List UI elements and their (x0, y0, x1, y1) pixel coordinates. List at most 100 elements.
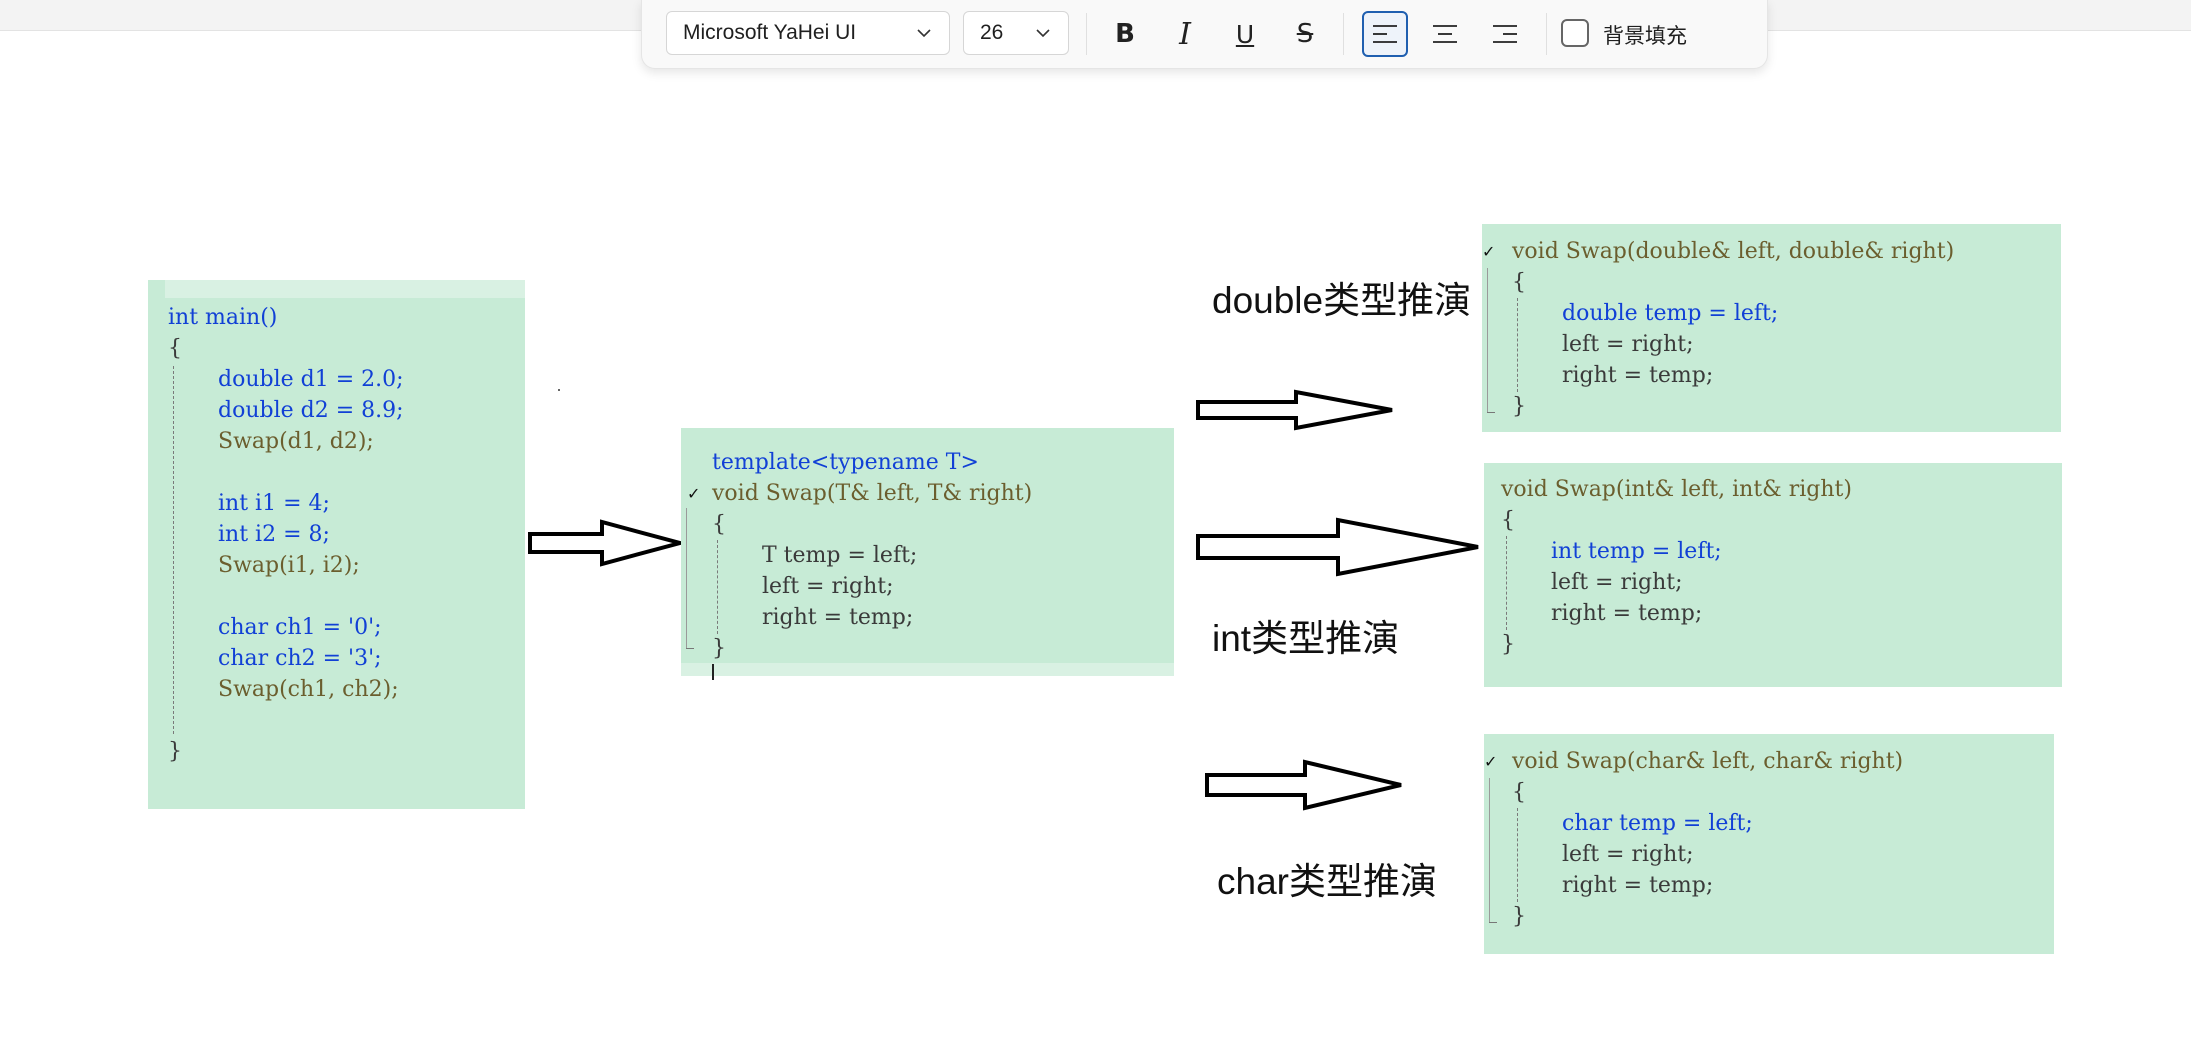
code-text: { (1501, 508, 1515, 533)
code-text: left = right; (1562, 332, 1694, 357)
indent-guide (1506, 536, 1507, 630)
code-line: double d1 = 2.0; (218, 364, 404, 395)
code-text: double d2 = 8.9; (218, 398, 404, 423)
code-text: void Swap(char& left, char& right) (1512, 749, 1904, 774)
code-line: char ch2 = '3'; (218, 643, 382, 674)
font-size-value: 26 (980, 21, 1004, 44)
font-family-value: Microsoft YaHei UI (683, 21, 857, 44)
code-text: int temp = left; (1551, 539, 1722, 564)
code-line: left = right; (762, 571, 894, 602)
code-text: Swap(ch1, ch2); (218, 677, 399, 702)
align-right-button[interactable] (1482, 11, 1528, 57)
checkmark-icon: ✓ (1482, 242, 1496, 261)
code-line: template<typename T> (712, 447, 979, 478)
code-line: Swap(ch1, ch2); (218, 674, 399, 705)
indent-guide (717, 540, 718, 634)
code-line: { (1512, 267, 1526, 298)
char-deduction-label: char类型推演 (1217, 861, 1437, 902)
align-left-button[interactable] (1362, 11, 1408, 57)
code-text: } (168, 739, 182, 764)
int-instantiation-code-box[interactable]: void Swap(int& left, int& right) { int t… (1484, 463, 2062, 687)
checkmark-icon: ✓ (1484, 752, 1498, 771)
code-line: void Swap(double& left, double& right) (1512, 236, 1954, 267)
indent-guide (173, 366, 174, 734)
code-text: int main() (168, 305, 278, 330)
code-text: { (1512, 780, 1526, 805)
italic-icon: I (1179, 16, 1191, 52)
code-text: int i1 = 4; (218, 491, 330, 516)
fold-guide (1489, 778, 1490, 922)
code-line: left = right; (1562, 329, 1694, 360)
code-text: char ch1 = '0'; (218, 615, 382, 640)
code-line: void Swap(T& left, T& right) (712, 478, 1032, 509)
code-line: { (1501, 505, 1515, 536)
stray-dot (558, 389, 560, 391)
code-line: Swap(d1, d2); (218, 426, 374, 457)
align-center-icon (1433, 25, 1457, 43)
code-line: int i1 = 4; (218, 488, 330, 519)
int-deduction-label: int类型推演 (1212, 618, 1400, 659)
code-text: Swap(i1, i2); (218, 553, 360, 578)
main-function-code-box[interactable]: int main() { double d1 = 2.0; double d2 … (148, 280, 525, 809)
indent-guide (1517, 808, 1518, 902)
code-line: } (1512, 901, 1526, 932)
arrow-right-icon (528, 519, 688, 567)
toolbar-divider (1546, 13, 1547, 55)
background-fill-checkbox[interactable] (1561, 19, 1589, 47)
text-cursor (712, 664, 714, 680)
strikethrough-button[interactable]: S (1282, 11, 1328, 57)
code-line: right = temp; (1551, 598, 1702, 629)
indent-guide (1517, 298, 1518, 392)
code-line: void Swap(int& left, int& right) (1501, 474, 1852, 505)
code-text: } (1512, 904, 1526, 929)
underline-icon: U (1235, 19, 1255, 49)
code-text: Swap(d1, d2); (218, 429, 374, 454)
code-line: left = right; (1562, 839, 1694, 870)
font-size-dropdown[interactable]: 26 (963, 11, 1069, 55)
code-text: right = temp; (1562, 363, 1714, 388)
code-text: { (712, 512, 726, 537)
code-line: Swap(i1, i2); (218, 550, 360, 581)
code-line: char ch1 = '0'; (218, 612, 382, 643)
code-text: void Swap(double& left, double& right) (1512, 239, 1955, 264)
arrow-right-icon (1205, 759, 1402, 811)
template-code-box[interactable]: template<typename T> ✓ void Swap(T& left… (681, 428, 1174, 680)
toolbar-divider (1343, 13, 1344, 55)
code-line: right = temp; (1562, 870, 1713, 901)
code-text: left = right; (1551, 570, 1683, 595)
background-fill-label: 背景填充 (1603, 25, 1687, 48)
code-text: void Swap(int& left, int& right) (1501, 477, 1852, 502)
align-right-icon (1493, 25, 1517, 43)
double-instantiation-code-box[interactable]: ✓ void Swap(double& left, double& right)… (1482, 224, 2061, 432)
char-instantiation-code-box[interactable]: ✓ void Swap(char& left, char& right) { c… (1484, 734, 2054, 954)
code-line: double temp = left; (1562, 298, 1778, 329)
code-text: int i2 = 8; (218, 522, 330, 547)
code-text: { (1512, 270, 1526, 295)
underline-button[interactable]: U (1222, 11, 1268, 57)
checkmark-icon: ✓ (687, 484, 701, 503)
bold-button[interactable]: B (1102, 11, 1148, 57)
code-text: right = temp; (1562, 873, 1714, 898)
code-line: } (1501, 629, 1515, 660)
code-text: double d1 = 2.0; (218, 367, 404, 392)
code-text: void Swap(T& left, T& right) (712, 481, 1033, 506)
chevron-down-icon (917, 29, 931, 38)
italic-button[interactable]: I (1162, 11, 1208, 57)
code-text: template<typename T> (712, 450, 979, 475)
code-line: int i2 = 8; (218, 519, 330, 550)
align-center-button[interactable] (1422, 11, 1468, 57)
code-line: right = temp; (762, 602, 913, 633)
code-text: double temp = left; (1562, 301, 1779, 326)
code-text: left = right; (762, 574, 894, 599)
code-line: { (168, 333, 182, 364)
code-line: double d2 = 8.9; (218, 395, 404, 426)
fold-end-marker (686, 648, 694, 649)
strikethrough-icon: S (1296, 19, 1314, 49)
font-family-dropdown[interactable]: Microsoft YaHei UI (666, 11, 950, 55)
code-line: } (712, 633, 726, 664)
fold-guide (1487, 268, 1488, 412)
double-deduction-label: double类型推演 (1212, 280, 1472, 321)
code-text: } (712, 636, 726, 661)
chevron-down-icon (1036, 29, 1050, 38)
toolbar-divider (1086, 13, 1087, 55)
